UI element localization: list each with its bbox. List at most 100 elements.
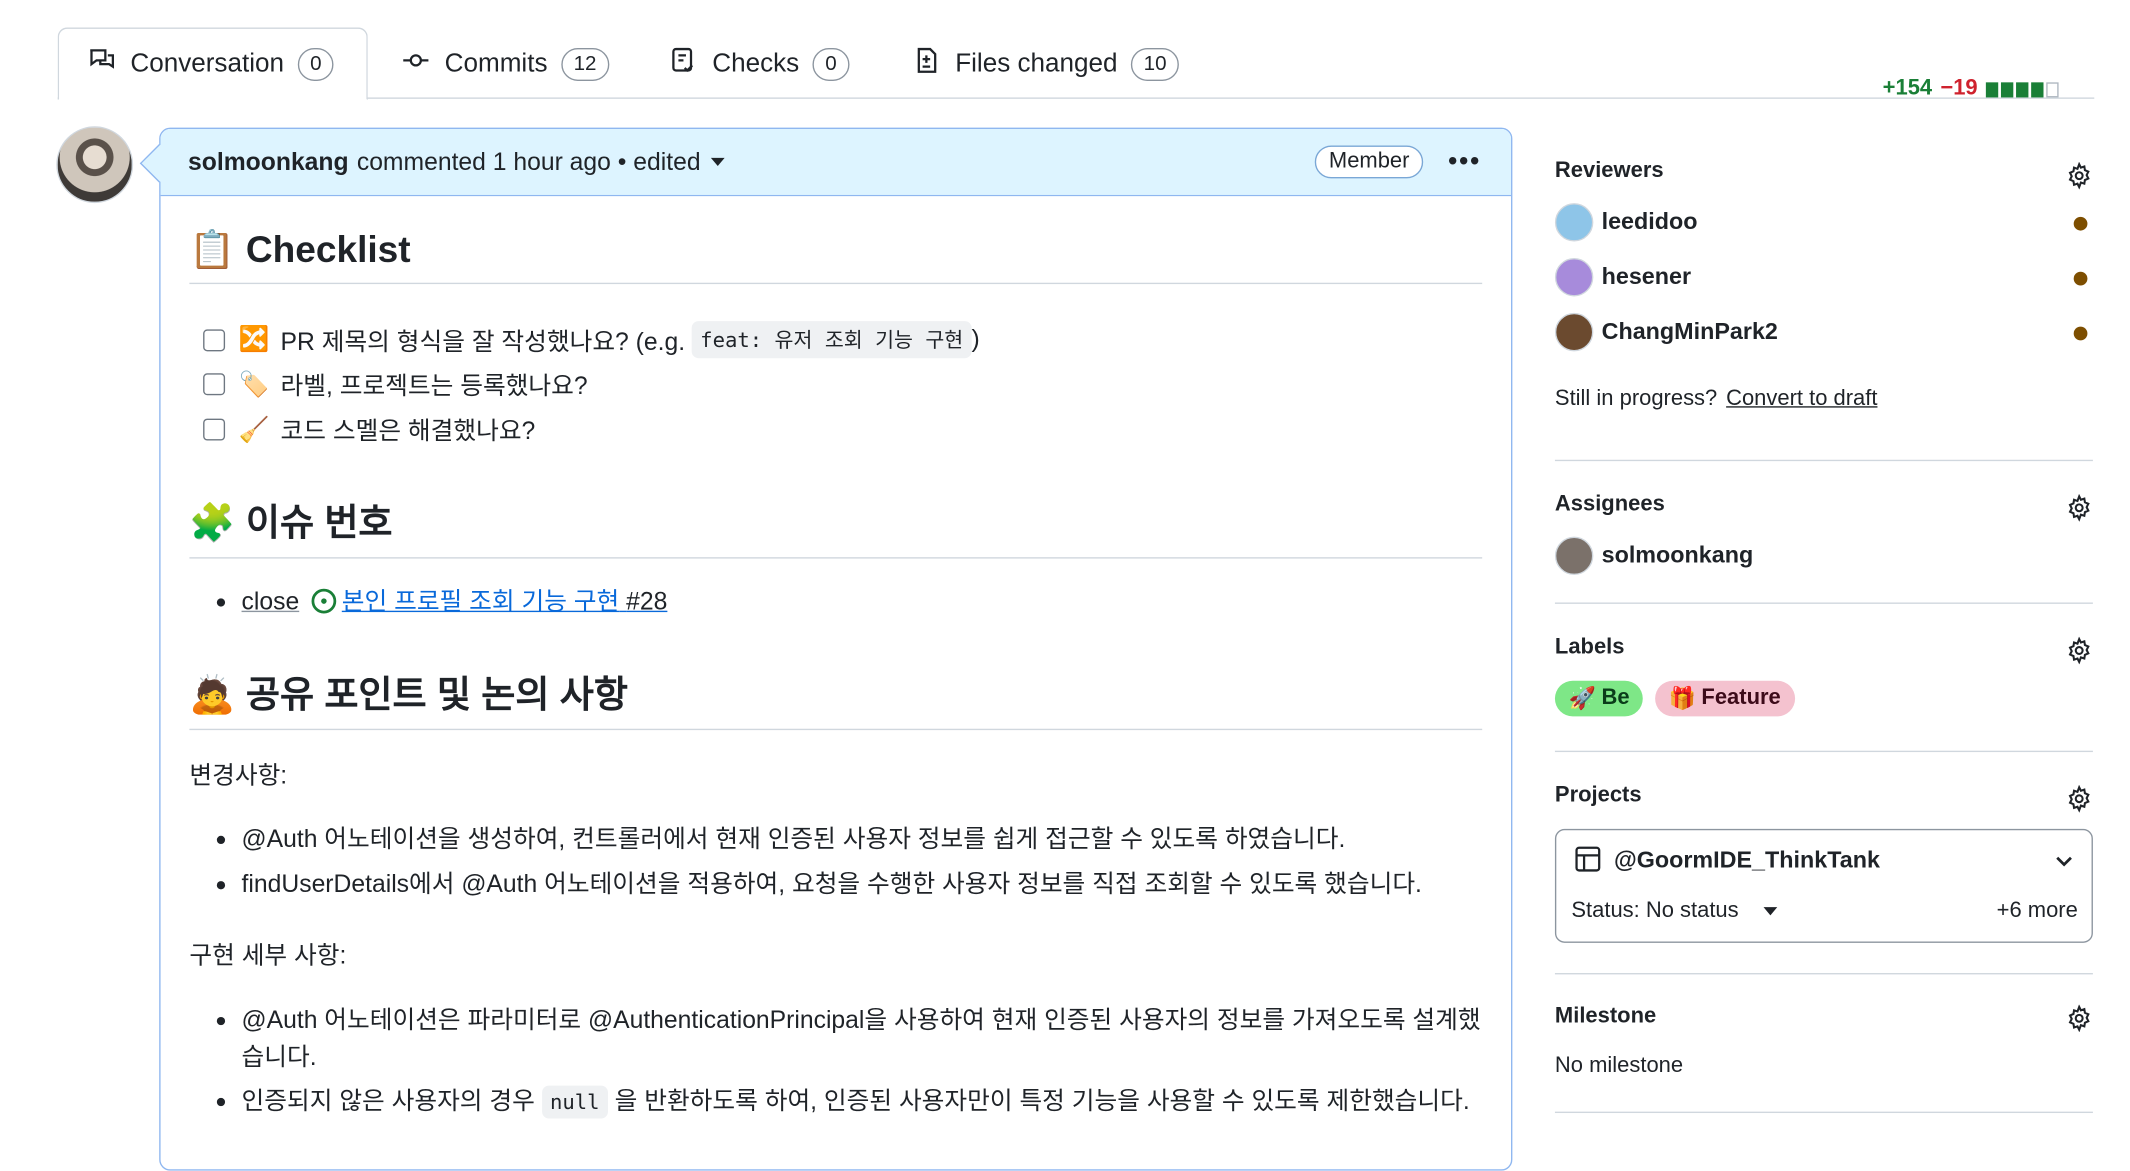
reviewer-name[interactable]: leedidoo	[1602, 209, 1698, 236]
diffstat-block	[2016, 81, 2029, 97]
diffstat-bar	[1985, 81, 2059, 97]
task-code: feat: 유저 조회 기능 구현	[691, 321, 972, 359]
issue-heading: 🧩 이슈 번호	[189, 493, 1483, 559]
heading-text: 이슈 번호	[245, 502, 393, 544]
project-card: @GoormIDE_ThinkTank Status: No status +6…	[1554, 828, 2093, 943]
label-text: Be	[1601, 686, 1630, 710]
comment-menu-button[interactable]: •••	[1448, 147, 1481, 179]
detail-line: @Auth 어노테이션은 파라미터로 @AuthenticationPrinci…	[241, 1005, 1481, 1034]
gear-icon[interactable]	[2065, 785, 2092, 813]
issue-opened-icon	[311, 588, 337, 614]
assignees-section: Assignees	[1555, 493, 2093, 523]
reviewer-name[interactable]: ChangMinPark2	[1602, 318, 1778, 345]
project-status: Status: No status	[1571, 898, 1739, 923]
additions-count: +154	[1882, 76, 1933, 101]
diffstat-block	[2046, 81, 2059, 97]
linked-issue-number[interactable]: #28	[626, 587, 667, 614]
project-name[interactable]: @GoormIDE_ThinkTank	[1614, 847, 1880, 874]
tab-label: Conversation	[130, 48, 285, 78]
project-status-dropdown[interactable]: Status: No status	[1571, 898, 1778, 924]
milestone-value: No milestone	[1554, 1054, 1684, 1078]
null-code: null	[541, 1085, 608, 1119]
sidebar-divider	[1554, 602, 2093, 604]
comment-meta: commented 1 hour ago • edited	[356, 147, 701, 175]
conversation-icon	[86, 45, 116, 83]
list-item: @Auth 어노테이션은 파라미터로 @AuthenticationPrinci…	[216, 1002, 1484, 1076]
pending-review-dot	[2073, 326, 2088, 341]
task-text: 라벨, 프로젝트는 등록했나요?	[280, 371, 588, 400]
milestone-section: Milestone	[1555, 1004, 2093, 1035]
task-text-end: )	[971, 325, 980, 353]
tab-count: 0	[812, 47, 850, 81]
broom-emoji-icon: 🧹	[238, 415, 270, 443]
commit-icon	[401, 45, 431, 83]
gear-icon[interactable]	[2065, 1004, 2092, 1033]
reviewer-item[interactable]: ChangMinPark2	[1554, 312, 2093, 352]
sidebar-divider	[1554, 750, 2093, 753]
task-checkbox[interactable]	[203, 418, 226, 441]
task-checkbox[interactable]	[203, 328, 226, 351]
share-heading: 🙇 공유 포인트 및 논의 사항	[189, 664, 1483, 731]
gift-emoji-icon: 🎁	[1668, 687, 1696, 711]
comment-author[interactable]: solmoonkang	[188, 148, 349, 177]
details-heading: 구현 세부 사항:	[189, 941, 347, 969]
reviewer-name[interactable]: hesener	[1602, 264, 1691, 291]
assignee-name[interactable]: solmoonkang	[1602, 542, 1754, 569]
tab-checks[interactable]: Checks 0	[641, 27, 877, 100]
linked-issue-title[interactable]: 본인 프로필 조회 기능 구현	[342, 587, 619, 614]
tab-conversation[interactable]: Conversation 0	[57, 27, 368, 101]
label-feature[interactable]: 🎁 Feature	[1654, 680, 1795, 717]
checklist-icon	[668, 45, 698, 83]
bowing-emoji-icon: 🙇	[189, 673, 236, 716]
label-text: Feature	[1701, 686, 1781, 710]
tab-label: Commits	[444, 48, 548, 78]
tab-count: 12	[561, 47, 609, 81]
projects-section: Projects	[1555, 784, 2093, 814]
task-checkbox[interactable]	[203, 373, 226, 396]
diffstat-block	[2031, 81, 2044, 97]
rocket-emoji-icon: 🚀	[1568, 687, 1596, 711]
tab-files-changed[interactable]: Files changed 10	[884, 27, 1206, 100]
label-be[interactable]: 🚀 Be	[1554, 680, 1644, 717]
diffstat-block	[1985, 81, 1999, 97]
more-projects-button[interactable]: +6 more	[1997, 899, 2078, 924]
tab-commits[interactable]: Commits 12	[373, 27, 636, 100]
list-item: @Auth 어노테이션을 생성하여, 컨트롤러에서 현재 인증된 사용자 정보를…	[216, 821, 1345, 858]
gear-icon[interactable]	[2065, 636, 2092, 665]
file-diff-icon	[911, 45, 941, 83]
comment-arrow	[139, 143, 179, 183]
diffstat-block	[2000, 81, 2014, 97]
table-icon	[1575, 846, 1601, 872]
heading-text: 공유 포인트 및 논의 사항	[245, 673, 628, 716]
convert-to-draft-link[interactable]: Convert to draft	[1726, 387, 1877, 410]
draft-prefix: Still in progress?	[1554, 387, 1718, 411]
labels-title: Labels	[1554, 635, 1625, 659]
label-emoji-icon: 🏷️	[238, 369, 270, 398]
member-badge: Member	[1315, 145, 1424, 179]
tab-count: 10	[1131, 47, 1179, 81]
clipboard-emoji-icon: 📋	[189, 229, 236, 271]
edited-dropdown-caret-icon[interactable]	[711, 157, 726, 167]
author-avatar[interactable]	[56, 126, 134, 204]
reviewers-section: Reviewers	[1554, 159, 2093, 190]
sidebar-divider	[1554, 1111, 2093, 1114]
pr-tabs: Conversation 0 Commits 12 Checks 0 Files…	[57, 27, 2095, 101]
reviewers-title: Reviewers	[1554, 159, 1664, 183]
reviewer-item[interactable]: leedidoo	[1554, 203, 2093, 242]
gear-icon[interactable]	[2065, 161, 2092, 190]
deletions-count: −19	[1940, 76, 1978, 101]
detail-text: 인증되지 않은 사용자의 경우	[241, 1086, 542, 1115]
close-keyword: close	[241, 587, 300, 615]
list-item: 인증되지 않은 사용자의 경우 null 을 반환하도록 하여, 인증된 사용자…	[216, 1083, 1470, 1121]
assignee-item[interactable]: solmoonkang	[1554, 536, 2093, 576]
linked-issue-link[interactable]: 본인 프로필 조회 기능 구현 #28	[342, 587, 668, 614]
projects-title: Projects	[1554, 783, 1642, 807]
reviewer-item[interactable]: hesener	[1554, 258, 2093, 297]
sidebar-divider	[1554, 459, 2093, 462]
caret-down-icon	[1763, 906, 1778, 916]
task-item: 🔀 PR 제목의 형식을 잘 작성했나요? (e.g. feat: 유저 조회 …	[203, 321, 980, 359]
gear-icon[interactable]	[2065, 494, 2092, 522]
detail-line: 습니다.	[241, 1043, 317, 1071]
draft-prompt: Still in progress? Convert to draft	[1555, 387, 2093, 412]
chevron-down-icon[interactable]	[2053, 850, 2075, 872]
